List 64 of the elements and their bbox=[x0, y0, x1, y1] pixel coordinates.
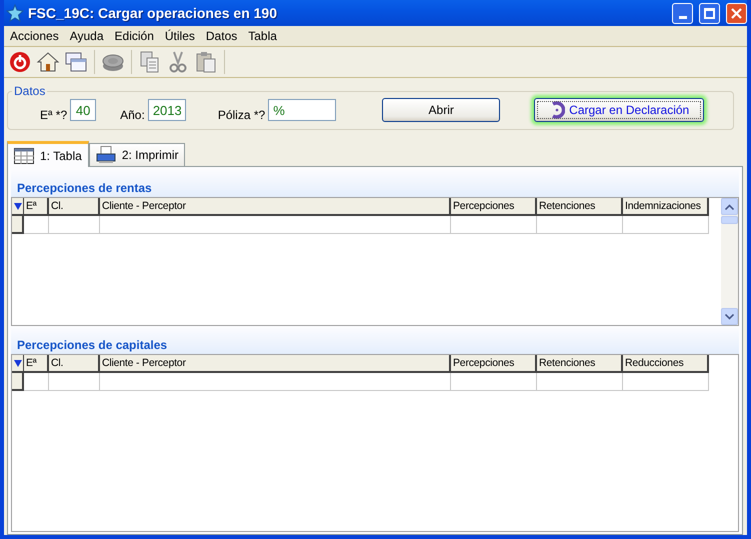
section-title: Percepciones de capitales bbox=[17, 338, 168, 352]
menu-item[interactable]: Útiles bbox=[160, 29, 202, 43]
column-header[interactable]: Cl. bbox=[49, 355, 100, 373]
maximize-icon bbox=[704, 8, 715, 18]
text-field[interactable]: % bbox=[268, 99, 336, 121]
empty-cell[interactable] bbox=[451, 216, 537, 234]
menu-item[interactable]: Tabla bbox=[244, 29, 284, 43]
empty-cell[interactable] bbox=[49, 373, 100, 391]
tab[interactable]: 2: Imprimir bbox=[88, 143, 186, 166]
close-icon bbox=[731, 8, 742, 18]
column-header[interactable]: Reducciones bbox=[623, 355, 709, 373]
field-label: Eª *? bbox=[40, 108, 68, 122]
load-button[interactable]: Cargar en Declaración bbox=[534, 98, 704, 122]
minimize-icon bbox=[678, 16, 686, 18]
open-button[interactable]: Abrir bbox=[382, 98, 500, 122]
home-icon[interactable] bbox=[36, 50, 60, 74]
empty-cell[interactable] bbox=[49, 216, 100, 234]
menu-item[interactable]: Edición bbox=[110, 29, 161, 43]
app-icon bbox=[6, 4, 24, 22]
group-legend: Datos bbox=[12, 84, 48, 98]
scroll-thumb[interactable] bbox=[721, 216, 738, 224]
field-label: Póliza *? bbox=[218, 108, 266, 122]
row-header[interactable] bbox=[12, 373, 24, 391]
maximize-button[interactable] bbox=[699, 2, 720, 24]
menu-item[interactable]: Datos bbox=[202, 29, 244, 43]
empty-cell[interactable] bbox=[537, 373, 623, 391]
empty-cell[interactable] bbox=[100, 373, 451, 391]
scroll-down-icon[interactable] bbox=[725, 314, 734, 320]
row-header[interactable] bbox=[12, 216, 24, 234]
section-title: Percepciones de rentas bbox=[17, 181, 152, 195]
empty-cell[interactable] bbox=[537, 216, 623, 234]
power-icon[interactable] bbox=[8, 50, 32, 74]
menu-item[interactable]: Acciones bbox=[6, 29, 66, 43]
column-header[interactable]: Cliente - Perceptor bbox=[100, 355, 451, 373]
column-header[interactable]: Cliente - Perceptor bbox=[100, 198, 451, 216]
close-button[interactable] bbox=[726, 2, 747, 24]
empty-cell[interactable] bbox=[451, 373, 537, 391]
printer-icon bbox=[96, 146, 116, 164]
empty-cell[interactable] bbox=[623, 216, 709, 234]
column-header[interactable]: Retenciones bbox=[537, 198, 623, 216]
empty-cell[interactable] bbox=[623, 373, 709, 391]
table-icon bbox=[14, 148, 34, 164]
column-header[interactable]: Cl. bbox=[49, 198, 100, 216]
column-header[interactable]: Percepciones bbox=[451, 355, 537, 373]
scroll-up-icon[interactable] bbox=[725, 204, 734, 210]
filter-arrow-icon[interactable] bbox=[14, 359, 22, 367]
window-title: FSC_19C: Cargar operaciones en 190 bbox=[28, 5, 278, 21]
menu-item[interactable]: Ayuda bbox=[66, 29, 111, 43]
column-header[interactable]: Eª bbox=[24, 355, 49, 373]
column-header[interactable]: Indemnizaciones bbox=[623, 198, 709, 216]
minimize-button[interactable] bbox=[672, 2, 693, 24]
column-header[interactable]: Eª bbox=[24, 198, 49, 216]
column-header[interactable]: Percepciones bbox=[451, 198, 537, 216]
vertical-scrollbar[interactable] bbox=[721, 198, 738, 325]
field-label: Año: bbox=[120, 108, 145, 122]
text-field[interactable]: 2013 bbox=[148, 99, 186, 121]
text-field[interactable]: 40 bbox=[70, 99, 96, 121]
tab[interactable]: 1: Tabla bbox=[7, 141, 89, 167]
windows-icon[interactable] bbox=[64, 50, 88, 74]
undo-arrow-icon bbox=[549, 101, 566, 119]
empty-cell[interactable] bbox=[100, 216, 451, 234]
filter-arrow-icon[interactable] bbox=[14, 202, 22, 210]
paste-icon[interactable] bbox=[194, 50, 218, 74]
column-header[interactable]: Retenciones bbox=[537, 355, 623, 373]
